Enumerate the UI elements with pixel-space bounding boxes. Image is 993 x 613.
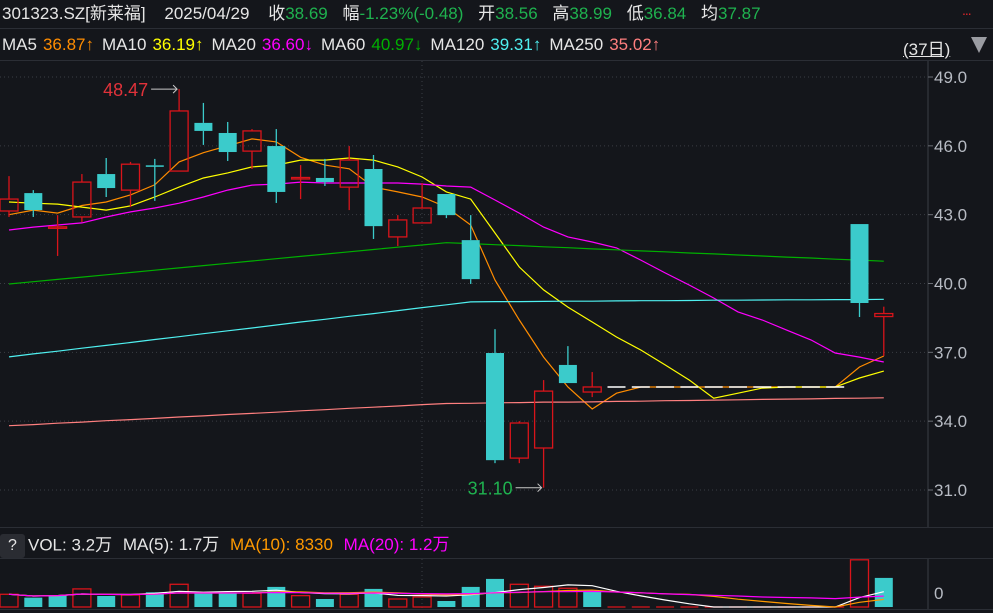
candle-body (437, 194, 456, 216)
ma-line-ma5 (8, 138, 885, 410)
candle-body (218, 132, 237, 153)
volume-bar (509, 583, 529, 608)
y-tick-label: 34.0 (934, 412, 967, 431)
volume-bar (242, 592, 262, 608)
volume-bar (533, 585, 554, 608)
candle-body (97, 174, 116, 189)
volume-bar (461, 586, 480, 607)
candle-body (0, 198, 19, 212)
low-annotation: 31.10 (468, 479, 513, 499)
y-tick-label: 37.0 (934, 343, 967, 362)
candle-body (509, 422, 529, 459)
candle-body (533, 390, 554, 449)
ma-line-ma120 (8, 298, 884, 358)
high-annotation: 48.47 (103, 80, 148, 100)
y-tick-label: 31.0 (934, 481, 967, 500)
volume-bar (412, 596, 432, 608)
y-tick-label: 49.0 (934, 68, 967, 87)
volume-bar (290, 594, 311, 608)
volume-bar (315, 599, 334, 607)
candle-body (315, 177, 334, 183)
candle-body (364, 169, 383, 227)
volume-bar (24, 597, 43, 607)
volume-bar (120, 594, 141, 608)
y-tick-label: 43.0 (934, 206, 967, 225)
candle-body (558, 364, 577, 384)
candle-body (388, 219, 408, 238)
volume-bar (388, 598, 408, 608)
volume-axis-label: 0 (934, 584, 943, 603)
arrow-icon (151, 84, 178, 94)
candle-body (267, 146, 286, 192)
volume-bar (0, 593, 19, 608)
volume-bar (339, 593, 359, 608)
y-tick-label: 46.0 (934, 137, 967, 156)
volume-bar (218, 593, 237, 607)
candlestick-chart[interactable]: 49.0 46.0 43.0 40.0 37.0 34.0 31.0 0 48.47 31.10 (0, 0, 993, 613)
candle-body (412, 207, 432, 224)
candle-body (24, 193, 43, 211)
volume-bar (169, 583, 189, 608)
y-tick-label: 40.0 (934, 274, 967, 293)
volume-bar (437, 601, 456, 607)
candle-body (194, 122, 213, 131)
ma-line-ma60 (8, 242, 884, 285)
candle-body (145, 165, 164, 167)
volume-bar (97, 596, 116, 607)
volume-bar (194, 593, 213, 607)
arrow-icon (515, 483, 543, 493)
candle-body (461, 240, 480, 280)
candle-body (850, 224, 869, 303)
volume-bar (48, 595, 67, 607)
volume-bar (583, 590, 602, 607)
candle-body (582, 386, 602, 393)
candle-body (486, 353, 504, 461)
volume-bar (72, 588, 92, 608)
volume-bar (874, 577, 893, 607)
candle-body (72, 181, 92, 218)
candle-body (874, 312, 894, 318)
candle-body (120, 163, 141, 191)
